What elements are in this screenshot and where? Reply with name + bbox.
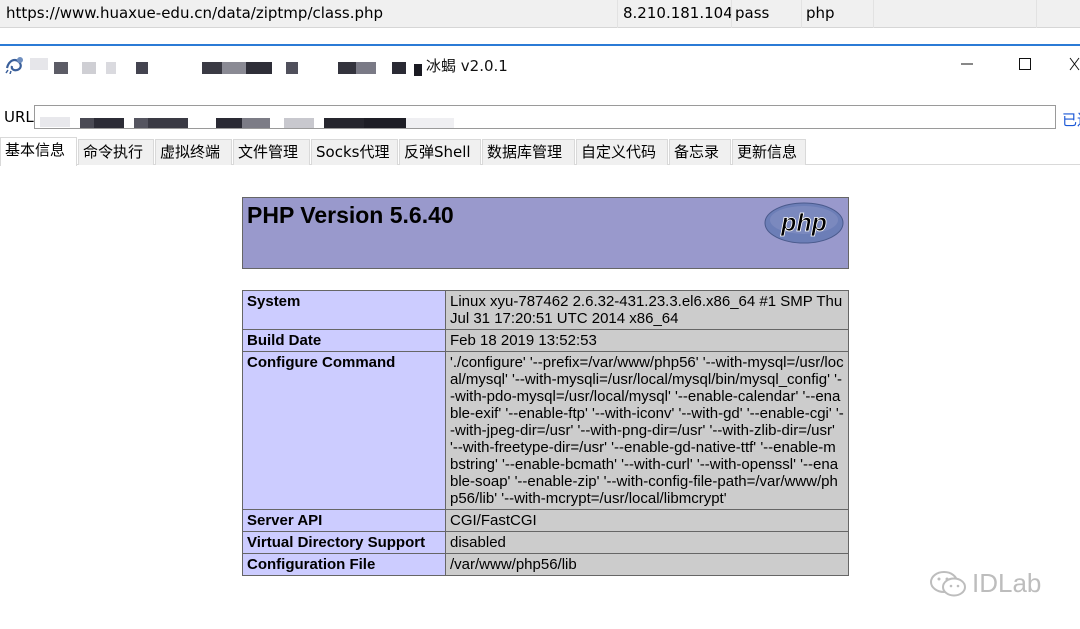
- window-titlebar[interactable]: 冰蝎 v2.0.1: [0, 46, 1080, 82]
- tab-socks-proxy[interactable]: Socks代理: [311, 139, 398, 165]
- php-logo-icon: php: [764, 202, 844, 244]
- row-key: Build Date: [242, 329, 446, 352]
- scorpion-app-icon: [5, 57, 23, 74]
- row-value: './configure' '--prefix=/var/www/php56' …: [445, 351, 849, 510]
- table-row: Virtual Directory Support disabled: [242, 531, 849, 554]
- tab-memo[interactable]: 备忘录: [669, 139, 731, 165]
- shell-ip-cell: 8.210.181.104: [623, 4, 733, 22]
- tab-bar: 基本信息 命令执行 虚拟终端 文件管理 Socks代理 反弹Shell 数据库管…: [0, 137, 1080, 166]
- tab-virtual-terminal[interactable]: 虚拟终端: [155, 139, 232, 165]
- shell-list-row[interactable]: https://www.huaxue-edu.cn/data/ziptmp/cl…: [0, 0, 1080, 44]
- table-row: Configuration File /var/www/php56/lib: [242, 553, 849, 576]
- row-value: /var/www/php56/lib: [445, 553, 849, 576]
- row-value: CGI/FastCGI: [445, 509, 849, 532]
- basic-info-panel: PHP Version 5.6.40 php System Linux xyu-…: [0, 165, 1080, 629]
- phpinfo-table: System Linux xyu-787462 2.6.32-431.23.3.…: [242, 290, 849, 576]
- row-key: Configuration File: [242, 553, 446, 576]
- close-icon: [1069, 57, 1080, 71]
- row-key: System: [242, 290, 446, 330]
- row-value: Feb 18 2019 13:52:53: [445, 329, 849, 352]
- shell-password-cell: pass: [735, 4, 770, 22]
- watermark: IDLab: [928, 568, 1041, 599]
- php-version-title: PHP Version 5.6.40: [247, 202, 454, 228]
- table-row: System Linux xyu-787462 2.6.32-431.23.3.…: [242, 290, 849, 330]
- table-row: Server API CGI/FastCGI: [242, 509, 849, 532]
- minimize-button[interactable]: [955, 52, 979, 76]
- wechat-icon: [930, 570, 966, 596]
- tab-update-info[interactable]: 更新信息: [732, 139, 806, 165]
- tab-custom-code[interactable]: 自定义代码: [576, 139, 668, 165]
- tab-reverse-shell[interactable]: 反弹Shell: [399, 139, 481, 165]
- tab-command-exec[interactable]: 命令执行: [78, 139, 154, 165]
- tab-basic-info[interactable]: 基本信息: [0, 137, 77, 166]
- phpinfo-header: PHP Version 5.6.40 php: [242, 197, 849, 269]
- minimize-icon: [961, 63, 973, 65]
- row-key: Virtual Directory Support: [242, 531, 446, 554]
- row-key: Configure Command: [242, 351, 446, 510]
- shell-url-cell: https://www.huaxue-edu.cn/data/ziptmp/cl…: [6, 4, 384, 22]
- php-logo-text: php: [780, 209, 827, 237]
- tab-database-manager[interactable]: 数据库管理: [482, 139, 575, 165]
- table-row: Build Date Feb 18 2019 13:52:53: [242, 329, 849, 352]
- connection-status-link[interactable]: 已连: [1062, 109, 1080, 130]
- row-value: disabled: [445, 531, 849, 554]
- close-button[interactable]: [1066, 52, 1080, 76]
- tab-file-manager[interactable]: 文件管理: [233, 139, 310, 165]
- watermark-text: IDLab: [972, 568, 1042, 598]
- url-label: URL: [4, 108, 34, 126]
- window-title: 冰蝎 v2.0.1: [426, 57, 508, 75]
- maximize-icon: [1019, 58, 1031, 70]
- shell-type-cell: php: [806, 4, 835, 22]
- url-bar: URL 已连: [0, 98, 1080, 136]
- row-value: Linux xyu-787462 2.6.32-431.23.3.el6.x86…: [445, 290, 849, 330]
- maximize-button[interactable]: [1013, 52, 1037, 76]
- table-row: Configure Command './configure' '--prefi…: [242, 351, 849, 510]
- shell-list-filler: [0, 28, 1080, 44]
- row-key: Server API: [242, 509, 446, 532]
